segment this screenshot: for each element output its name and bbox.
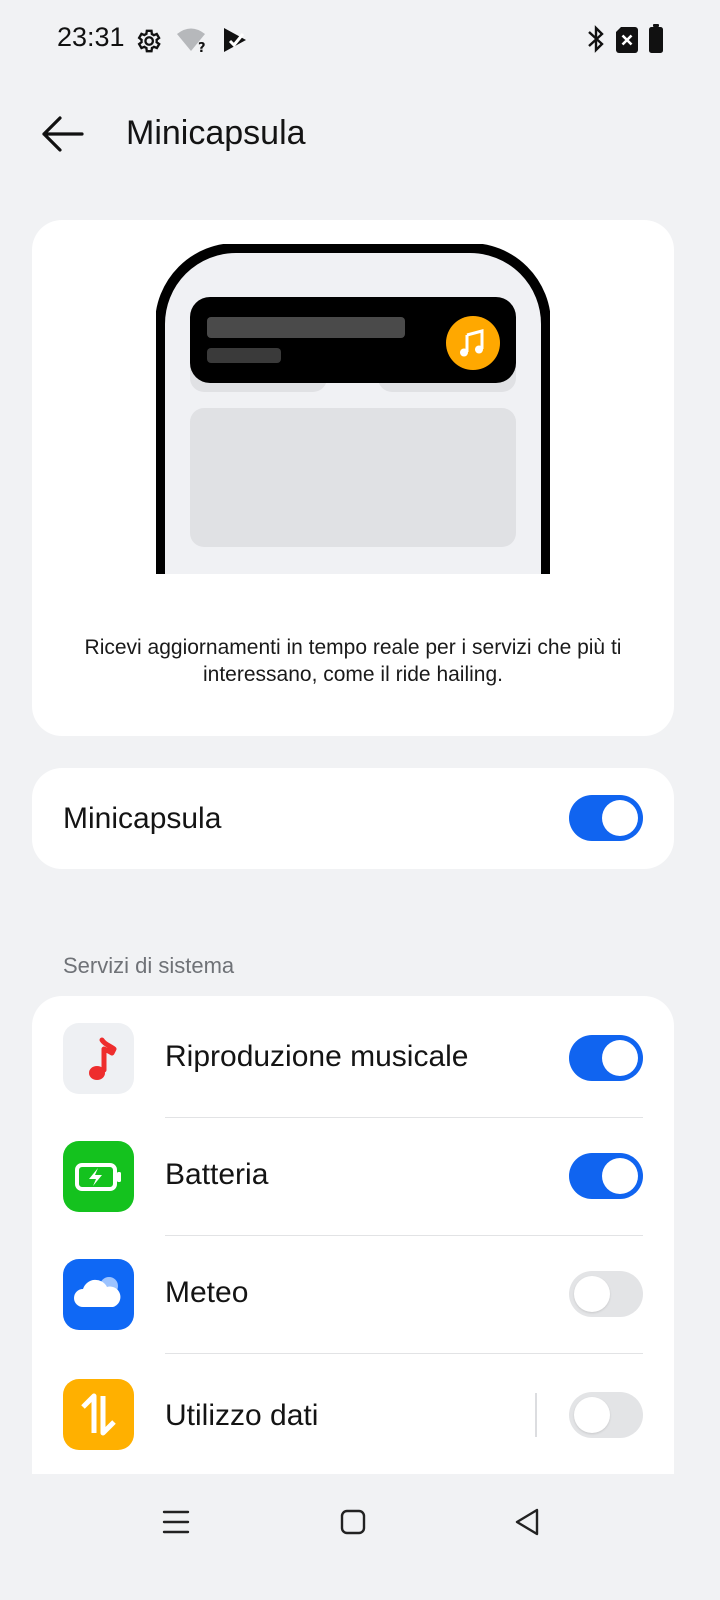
list-item-music[interactable]: Riproduzione musicale xyxy=(32,996,674,1114)
weather-switch[interactable] xyxy=(569,1271,643,1317)
page-title: Minicapsula xyxy=(126,114,306,152)
back-triangle-icon[interactable] xyxy=(513,1507,541,1537)
weather-app-icon xyxy=(63,1259,134,1330)
menu-icon[interactable] xyxy=(162,1509,190,1535)
battery-app-icon xyxy=(63,1141,134,1212)
phone-illustration xyxy=(156,244,550,574)
switch-knob xyxy=(574,1276,610,1312)
music-switch[interactable] xyxy=(569,1035,643,1081)
battery-icon xyxy=(649,24,663,53)
back-arrow-icon[interactable] xyxy=(38,112,88,156)
status-time: 23:31 xyxy=(57,22,125,52)
navigation-bar xyxy=(0,1474,720,1600)
list-item-weather[interactable]: Meteo xyxy=(32,1236,674,1354)
minicapsula-switch[interactable] xyxy=(569,795,643,841)
switch-knob xyxy=(602,1158,638,1194)
section-label: Servizi di sistema xyxy=(63,953,235,978)
battery-charging-icon xyxy=(75,1163,121,1191)
weather-cloud-icon xyxy=(74,1277,121,1307)
music-note-icon xyxy=(446,316,500,370)
service-label: Utilizzo dati xyxy=(165,1399,319,1432)
battery-switch[interactable] xyxy=(569,1153,643,1199)
music-note-icon xyxy=(89,1037,117,1080)
row-separator xyxy=(535,1393,537,1437)
play-store-icon xyxy=(224,28,246,52)
data-usage-app-icon xyxy=(63,1379,134,1450)
switch-knob xyxy=(574,1397,610,1433)
service-label: Batteria xyxy=(165,1158,269,1191)
home-icon[interactable] xyxy=(340,1509,366,1535)
minicapsula-label: Minicapsula xyxy=(63,802,222,835)
svg-text:?: ? xyxy=(198,41,206,54)
minicapsula-toggle-row[interactable]: Minicapsula xyxy=(32,768,674,869)
description-text: Ricevi aggiornamenti in tempo reale per … xyxy=(84,636,622,686)
switch-knob xyxy=(602,800,638,836)
service-label: Riproduzione musicale xyxy=(165,1040,469,1073)
list-item-battery[interactable]: Batteria xyxy=(32,1118,674,1236)
gear-icon xyxy=(137,29,161,53)
bluetooth-icon xyxy=(588,25,604,53)
services-list: Riproduzione musicale Batteria Meteo Uti… xyxy=(32,996,674,1474)
data-usage-switch[interactable] xyxy=(569,1392,643,1438)
music-app-icon xyxy=(63,1023,134,1094)
data-usage-icon xyxy=(81,1393,116,1436)
list-item-data-usage[interactable]: Utilizzo dati xyxy=(32,1354,674,1472)
service-label: Meteo xyxy=(165,1276,249,1309)
switch-knob xyxy=(602,1040,638,1076)
illustration-card: Ricevi aggiornamenti in tempo reale per … xyxy=(32,220,674,736)
no-sim-icon xyxy=(616,27,638,53)
wifi-question-icon: ? xyxy=(177,28,206,54)
